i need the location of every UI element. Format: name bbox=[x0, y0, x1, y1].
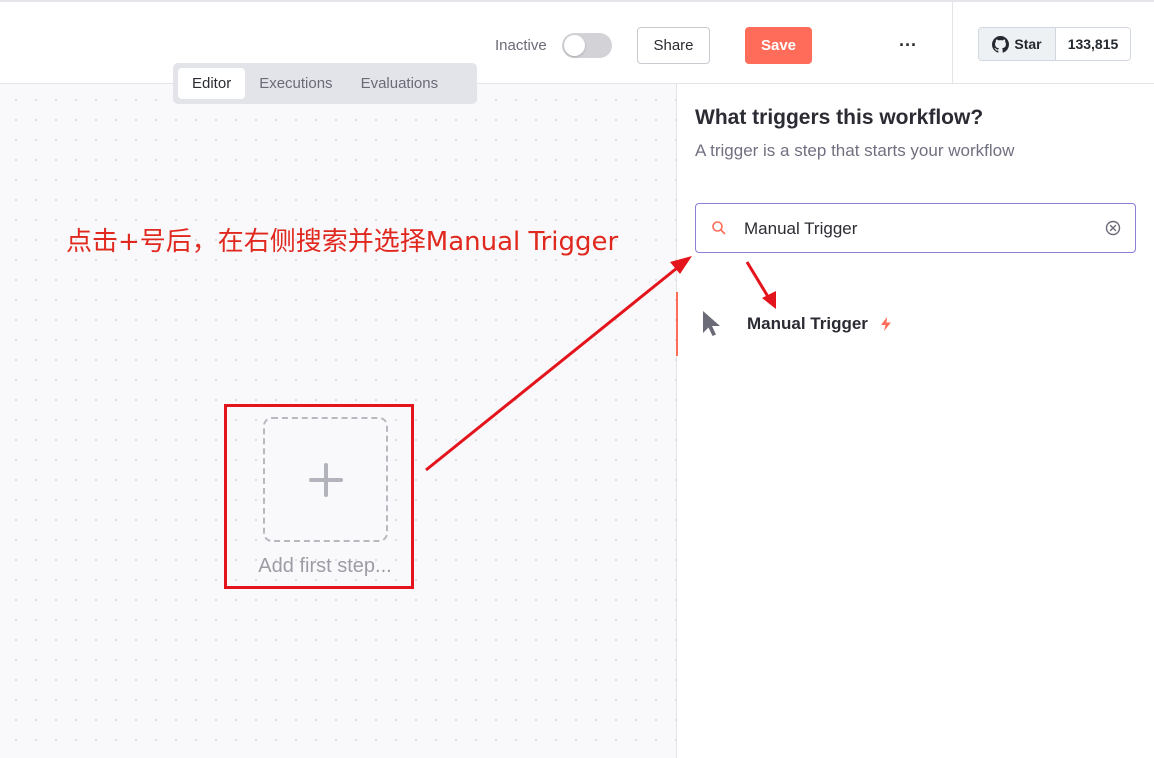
result-label: Manual Trigger bbox=[747, 314, 868, 333]
header-divider bbox=[952, 2, 953, 84]
result-active-indicator bbox=[676, 292, 678, 356]
more-options-button[interactable]: ··· bbox=[893, 32, 923, 58]
share-button[interactable]: Share bbox=[637, 27, 710, 64]
tab-executions[interactable]: Executions bbox=[245, 68, 346, 99]
trigger-result-item[interactable]: Manual Trigger bbox=[676, 292, 1154, 356]
panel-subtitle: A trigger is a step that starts your wor… bbox=[695, 141, 1015, 160]
tab-editor[interactable]: Editor bbox=[178, 68, 246, 99]
clear-circle-icon[interactable] bbox=[1105, 220, 1121, 236]
trigger-search-input[interactable]: Manual Trigger bbox=[695, 203, 1136, 253]
save-button[interactable]: Save bbox=[745, 27, 812, 64]
github-icon bbox=[992, 35, 1010, 53]
panel-title: What triggers this workflow? bbox=[695, 106, 984, 129]
search-value: Manual Trigger bbox=[744, 219, 858, 238]
github-star-count[interactable]: 133,815 bbox=[1056, 28, 1130, 60]
github-star-label: Star bbox=[1014, 36, 1042, 52]
tab-evaluations[interactable]: Evaluations bbox=[347, 68, 453, 99]
view-tabs: Editor Executions Evaluations bbox=[173, 63, 477, 104]
active-toggle[interactable] bbox=[562, 33, 612, 58]
annotation-instruction: 点击+号后，在右侧搜索并选择Manual Trigger bbox=[66, 227, 619, 257]
cursor-pointer-icon bbox=[703, 311, 720, 336]
active-status-label: Inactive bbox=[495, 37, 547, 54]
search-icon bbox=[712, 221, 726, 235]
trigger-panel bbox=[676, 84, 1154, 758]
github-star-button[interactable]: Star bbox=[979, 28, 1056, 60]
bolt-icon bbox=[881, 317, 891, 331]
annotation-highlight-box bbox=[224, 404, 414, 589]
toggle-knob bbox=[564, 35, 585, 56]
github-star-widget[interactable]: Star 133,815 bbox=[978, 27, 1131, 61]
